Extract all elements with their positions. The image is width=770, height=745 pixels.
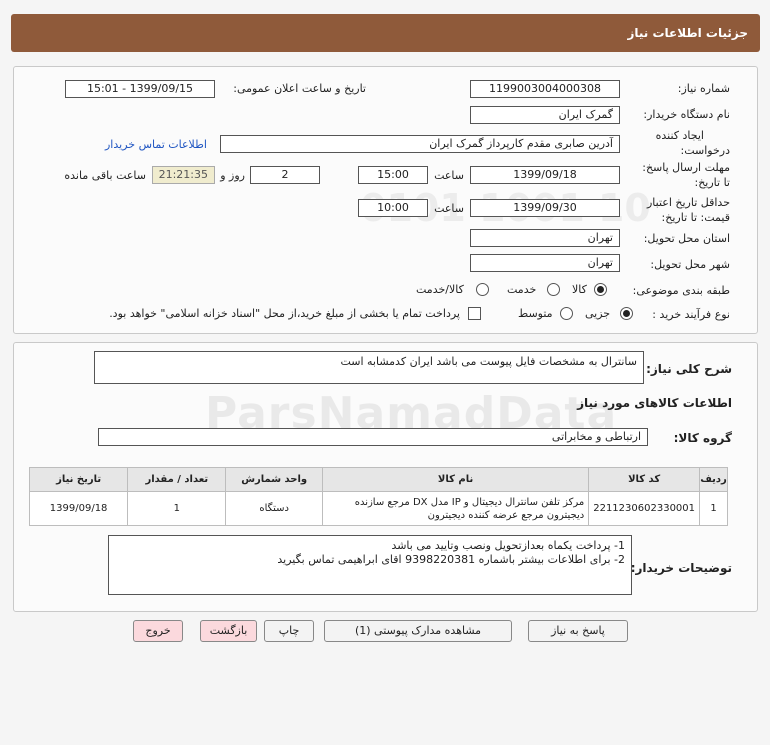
- creator-label-1: ایجاد کننده: [655, 129, 704, 142]
- cell-qty: 1: [127, 491, 227, 526]
- cell-unit: دستگاه: [225, 491, 323, 526]
- validity-label-2: قیمت: تا تاریخ:: [661, 211, 730, 224]
- col-qty: تعداد / مقدار: [127, 467, 227, 492]
- category-label: طبقه بندی موضوعی:: [632, 284, 730, 297]
- back-button[interactable]: بازگشت: [200, 620, 257, 642]
- buyer-notes-field: 1- پرداخت یکماه بعدازتحویل ونصب وتایید م…: [108, 535, 632, 595]
- goods-info-title: اطلاعات کالاهای مورد نیاز: [577, 396, 732, 410]
- view-attachments-button[interactable]: مشاهده مدارک پیوستی (1): [324, 620, 512, 642]
- validity-date-field: 1399/09/30: [470, 199, 620, 217]
- creator-label-2: درخواست:: [680, 144, 730, 157]
- table-row[interactable]: 1 2211230602330001 مرکز تلفن سانترال دیج…: [28, 491, 728, 526]
- process-option-medium: متوسط: [518, 307, 553, 320]
- col-name: نام کالا: [321, 467, 590, 492]
- category-radio-service[interactable]: [547, 283, 560, 296]
- print-button[interactable]: چاپ: [264, 620, 314, 642]
- deadline-date-field: 1399/09/18: [470, 166, 620, 184]
- remaining-label: ساعت باقی مانده: [64, 169, 146, 182]
- remaining-time-field: 21:21:35: [152, 166, 215, 184]
- validity-time-field: 10:00: [358, 199, 428, 217]
- process-option-minor: جزیی: [585, 307, 611, 320]
- goods-group-field: ارتباطی و مخابراتی: [98, 428, 648, 446]
- page-header: جزئیات اطلاعات نیاز: [11, 14, 760, 52]
- buyer-org-label: نام دستگاه خریدار:: [643, 108, 730, 121]
- city-field: تهران: [470, 254, 620, 272]
- category-option-both: کالا/خدمت: [416, 283, 464, 296]
- province-field: تهران: [470, 229, 620, 247]
- col-date: تاریخ نیاز: [28, 467, 129, 492]
- summary-label: شرح کلی نیاز:: [646, 362, 732, 376]
- category-option-goods: کالا: [572, 283, 587, 296]
- exit-button[interactable]: خروج: [133, 620, 183, 642]
- buyer-notes-label: توضیحات خریدار:: [630, 561, 732, 575]
- days-label: روز و: [220, 169, 245, 182]
- need-number-label: شماره نیاز:: [677, 82, 730, 95]
- buyer-org-field: گمرک ایران: [470, 106, 620, 124]
- category-option-service: خدمت: [507, 283, 537, 296]
- process-radio-minor[interactable]: [620, 307, 633, 320]
- category-radio-goods[interactable]: [594, 283, 607, 296]
- process-radio-medium[interactable]: [560, 307, 573, 320]
- reply-button[interactable]: پاسخ به نیاز: [528, 620, 628, 642]
- deadline-label-2: تا تاریخ:: [694, 176, 730, 189]
- days-field: 2: [250, 166, 320, 184]
- cell-code: 2211230602330001: [588, 491, 701, 526]
- announce-label: تاریخ و ساعت اعلان عمومی:: [233, 82, 366, 95]
- city-label: شهر محل تحویل:: [650, 258, 730, 271]
- treasury-payment-checkbox[interactable]: [468, 307, 481, 320]
- page-title: جزئیات اطلاعات نیاز: [627, 26, 748, 40]
- goods-table-header: ردیف کد کالا نام کالا واحد شمارش تعداد /…: [28, 467, 728, 492]
- deadline-time-field: 15:00: [358, 166, 428, 184]
- province-label: استان محل تحویل:: [643, 232, 730, 245]
- buyer-note-2: 2- برای اطلاعات بیشتر باشماره 9398220381…: [277, 553, 625, 566]
- col-row: ردیف: [699, 467, 728, 492]
- deadline-time-label: ساعت: [434, 169, 464, 182]
- process-label: نوع فرآیند خرید :: [652, 308, 730, 321]
- need-number-field: 1199003004000308: [470, 80, 620, 98]
- creator-field: آدرین صابری مقدم کارپرداز گمرک ایران: [220, 135, 620, 153]
- cell-name: مرکز تلفن سانترال دیجیتال و IP مدل DX مر…: [321, 491, 590, 526]
- cell-row: 1: [699, 491, 728, 526]
- buyer-note-1: 1- پرداخت یکماه بعدازتحویل ونصب وتایید م…: [391, 539, 625, 552]
- goods-table: ردیف کد کالا نام کالا واحد شمارش تعداد /…: [28, 467, 728, 526]
- deadline-label-1: مهلت ارسال پاسخ:: [642, 161, 730, 174]
- announce-field: 1399/09/15 - 15:01: [65, 80, 215, 98]
- col-unit: واحد شمارش: [225, 467, 323, 492]
- goods-group-label: گروه کالا:: [673, 431, 732, 445]
- col-code: کد کالا: [588, 467, 701, 492]
- validity-time-label: ساعت: [434, 202, 464, 215]
- treasury-payment-note: پرداخت تمام یا بخشی از مبلغ خرید،از محل …: [109, 307, 460, 320]
- category-radio-both[interactable]: [476, 283, 489, 296]
- validity-label-1: حداقل تاریخ اعتبار: [646, 196, 730, 209]
- summary-field: سانترال به مشخصات فایل پیوست می باشد ایر…: [94, 351, 644, 384]
- buyer-contact-link[interactable]: اطلاعات تماس خریدار: [105, 138, 207, 151]
- cell-date: 1399/09/18: [28, 491, 129, 526]
